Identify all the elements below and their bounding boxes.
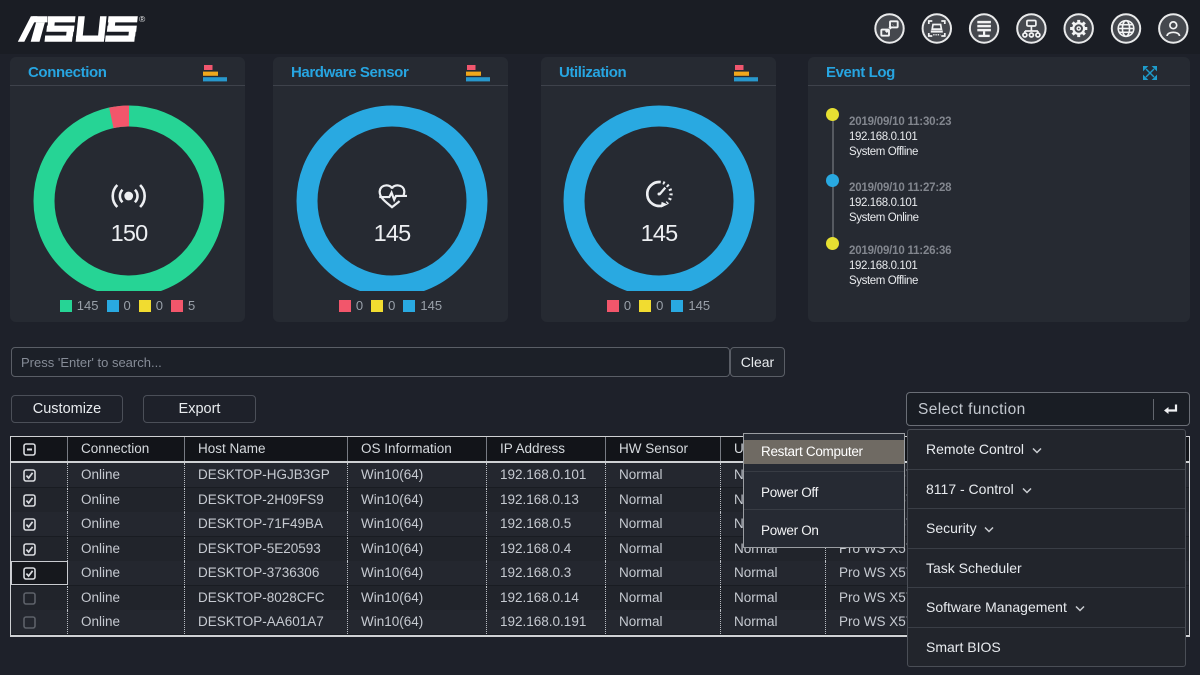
svg-text:145: 145 bbox=[641, 220, 679, 246]
svg-text:®: ® bbox=[139, 14, 146, 24]
svg-text:150: 150 bbox=[111, 220, 149, 246]
svg-text:145: 145 bbox=[374, 220, 412, 246]
